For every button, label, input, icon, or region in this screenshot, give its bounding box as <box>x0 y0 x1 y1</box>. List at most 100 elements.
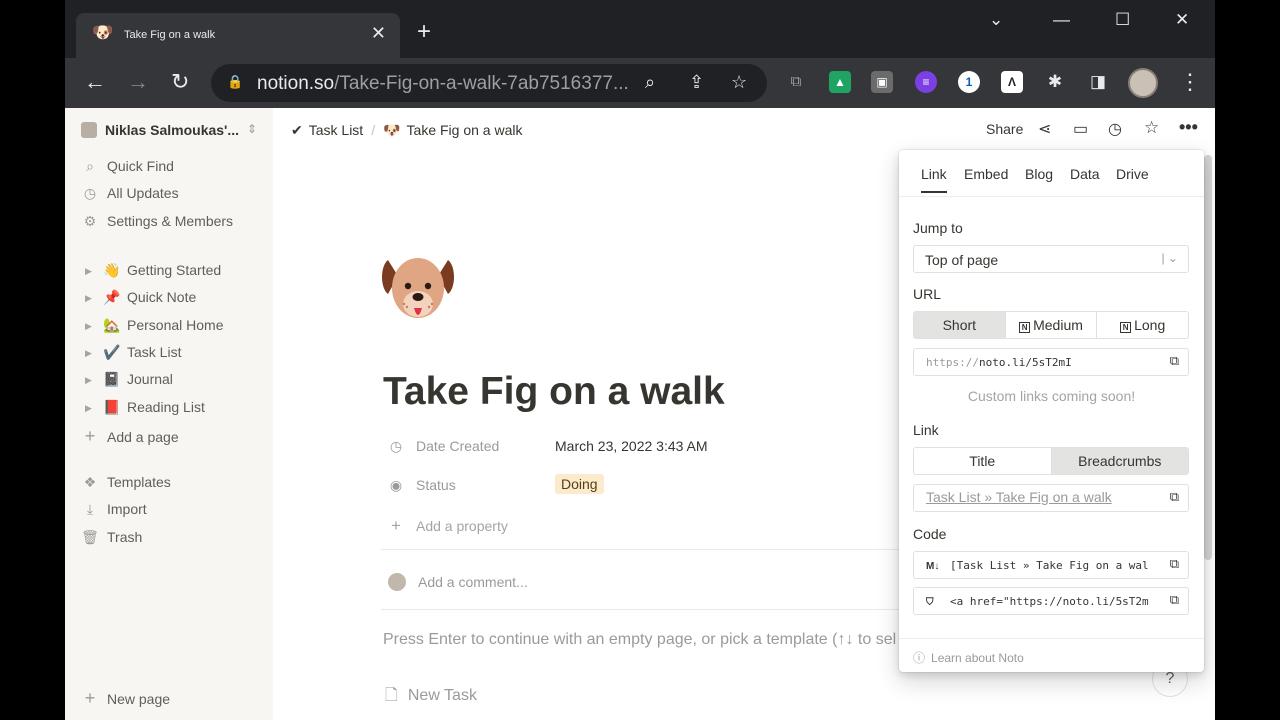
lock-icon: 🔒 <box>227 74 244 89</box>
extensions-puzzle-icon[interactable]: ✱ <box>1044 71 1066 93</box>
link-text-field[interactable]: Task List » Take Fig on a walk ⧉ <box>913 484 1189 512</box>
close-tab-icon[interactable]: ✕ <box>371 23 386 44</box>
profile-avatar[interactable] <box>1128 68 1158 98</box>
page-title[interactable]: Take Fig on a walk <box>383 370 725 414</box>
share-nodes-icon[interactable]: ⋖ <box>1038 119 1051 139</box>
expand-arrow-icon[interactable]: ▶ <box>85 403 95 414</box>
favorite-star-icon[interactable]: ☆ <box>1144 118 1159 138</box>
expand-arrow-icon[interactable]: ▶ <box>85 321 95 332</box>
browser-toolbar: ← → ↻ 🔒 notion.so/Take-Fig-on-a-walk-7ab… <box>65 58 1215 108</box>
breadcrumb-separator: / <box>371 122 376 138</box>
url-long-option[interactable]: N Long <box>1097 312 1188 338</box>
property-date-created[interactable]: ◷ Date Created <box>388 438 499 455</box>
breadcrumb-task-list[interactable]: Task List <box>309 122 363 138</box>
sidebar-import[interactable]: ⤓ Import <box>81 501 147 523</box>
image-extension-icon[interactable]: ▣ <box>871 71 893 93</box>
search-icon: ⌕ <box>86 158 94 174</box>
markdown-code-field[interactable]: M↓ [Task List » Take Fig on a wal ⧉ <box>913 551 1189 579</box>
notion-web-clipper-icon[interactable]: Λ <box>1001 71 1023 93</box>
sidebar-page-personal-home[interactable]: ▶ 🏡 Personal Home <box>85 317 224 339</box>
link-breadcrumbs-option[interactable]: Breadcrumbs <box>1051 448 1188 474</box>
updates-clock-icon[interactable]: ◷ <box>1108 119 1122 139</box>
empty-page-hint: Press Enter to continue with an empty pa… <box>383 631 897 648</box>
url-medium-option[interactable]: N Medium <box>1006 312 1098 338</box>
tab-data[interactable]: Data <box>1070 166 1100 182</box>
url-label: URL <box>913 286 942 302</box>
add-property-button[interactable]: + Add a property <box>388 516 508 536</box>
copy-extension-icon[interactable]: ⧉ <box>785 71 807 93</box>
scrollbar[interactable] <box>1204 155 1212 560</box>
tab-blog[interactable]: Blog <box>1025 166 1053 182</box>
divider <box>381 609 926 610</box>
code-label: Code <box>913 526 947 542</box>
new-task-template[interactable]: 🗋 New Task <box>385 684 477 711</box>
tab-link[interactable]: Link <box>921 166 947 193</box>
sidebar-page-reading-list[interactable]: ▶ 📕 Reading List <box>85 399 205 421</box>
tab-search-chevron-icon[interactable]: ⌄ <box>989 10 1003 30</box>
copy-icon[interactable]: ⧉ <box>1170 556 1179 572</box>
link-title-option[interactable]: Title <box>914 448 1052 474</box>
side-panel-icon[interactable]: ◨ <box>1087 71 1109 93</box>
html5-icon: ⛉ <box>926 597 934 608</box>
url-short-option[interactable]: Short <box>914 312 1006 338</box>
dog-favicon-icon: 🐶 <box>92 23 114 42</box>
property-status[interactable]: ◉ Status <box>388 477 456 494</box>
new-tab-icon[interactable]: + <box>417 20 431 44</box>
zoom-icon[interactable]: ⌕ <box>645 72 655 93</box>
tab-embed[interactable]: Embed <box>964 166 1008 182</box>
chrome-menu-icon[interactable]: ⋮ <box>1179 69 1201 95</box>
status-value[interactable]: Doing <box>555 474 604 494</box>
address-bar[interactable]: 🔒 notion.so/Take-Fig-on-a-walk-7ab751637… <box>211 64 767 102</box>
add-page-button[interactable]: + Add a page <box>81 426 179 448</box>
sidebar-page-quick-note[interactable]: ▶ 📌 Quick Note <box>85 289 196 311</box>
sidebar-quick-find[interactable]: ⌕ Quick Find <box>81 158 174 180</box>
html-code-field[interactable]: ⛉ <a href="https://noto.li/5sT2m ⧉ <box>913 587 1189 615</box>
back-icon[interactable]: ← <box>84 69 106 95</box>
copy-icon[interactable]: ⧉ <box>1170 592 1179 608</box>
google-drive-icon[interactable]: ▲ <box>829 71 851 93</box>
onepassword-icon[interactable]: 1 <box>958 71 980 93</box>
reload-icon[interactable]: ↻ <box>171 69 189 95</box>
trash-icon: 🗑 <box>81 529 99 545</box>
minimize-icon[interactable]: — <box>1053 10 1070 30</box>
sidebar-page-getting-started[interactable]: ▶ 👋 Getting Started <box>85 262 221 284</box>
close-window-icon[interactable]: ✕ <box>1175 10 1189 30</box>
tab-drive[interactable]: Drive <box>1116 166 1149 182</box>
more-options-icon[interactable]: ••• <box>1179 117 1198 138</box>
copy-icon[interactable]: ⧉ <box>1170 353 1179 369</box>
wave-icon: 👋 <box>103 262 121 278</box>
comments-icon[interactable]: ▭ <box>1073 119 1088 139</box>
workspace-chevron-icon[interactable]: ⇕ <box>247 122 257 136</box>
templates-icon: ❖ <box>83 474 97 490</box>
expand-arrow-icon[interactable]: ▶ <box>85 266 95 277</box>
new-page-button[interactable]: + New page <box>81 688 170 710</box>
expand-arrow-icon[interactable]: ▶ <box>85 348 95 359</box>
bookmark-star-icon[interactable]: ☆ <box>731 72 747 93</box>
sidebar-page-task-list[interactable]: ▶ ✔️ Task List <box>85 344 181 366</box>
short-url-field[interactable]: https://noto.li/5sT2mI ⧉ <box>913 348 1189 376</box>
dog-face-icon[interactable] <box>378 248 458 328</box>
maximize-icon[interactable]: ☐ <box>1115 10 1130 30</box>
purple-extension-icon[interactable]: ≡ <box>915 71 937 93</box>
sidebar-page-journal[interactable]: ▶ 📓 Journal <box>85 371 173 393</box>
sidebar-trash[interactable]: 🗑 Trash <box>81 529 142 551</box>
expand-arrow-icon[interactable]: ▶ <box>85 293 95 304</box>
browser-tab[interactable]: 🐶 Take Fig on a walk ✕ <box>76 13 400 58</box>
copy-icon[interactable]: ⧉ <box>1170 489 1179 505</box>
jump-to-select[interactable]: Top of page | ⌄ <box>913 245 1189 273</box>
breadcrumb-current-page[interactable]: Take Fig on a walk <box>407 122 523 138</box>
sidebar-templates[interactable]: ❖ Templates <box>81 474 171 496</box>
divider <box>381 549 926 550</box>
sidebar-all-updates[interactable]: ◷ All Updates <box>81 185 179 207</box>
house-icon: 🏡 <box>103 317 121 333</box>
share-page-icon[interactable]: ⇪ <box>689 72 704 93</box>
workspace-switcher[interactable]: Niklas Salmoukas'... <box>81 122 239 138</box>
share-button[interactable]: Share <box>986 121 1023 137</box>
info-icon: ⓘ <box>913 651 926 665</box>
comment-input[interactable]: Add a comment... <box>388 573 528 591</box>
sidebar-settings[interactable]: ⚙ Settings & Members <box>81 213 233 235</box>
checkmark-icon: ✔ <box>291 122 303 138</box>
forward-icon[interactable]: → <box>127 69 149 95</box>
popover-footer[interactable]: ⓘ Learn about Noto <box>899 638 1204 672</box>
expand-arrow-icon[interactable]: ▶ <box>85 375 95 386</box>
